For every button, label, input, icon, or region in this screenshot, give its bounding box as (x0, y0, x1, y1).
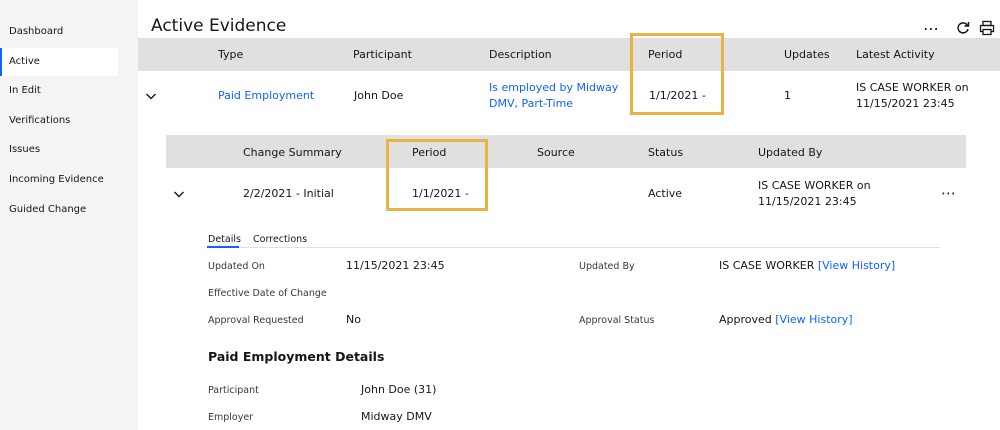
status-cell: Active (648, 187, 683, 200)
view-history-link-approval[interactable]: [View History] (775, 313, 852, 326)
updates-cell: 1 (784, 89, 791, 102)
sidebar-item-verifications[interactable]: Verifications (0, 107, 118, 135)
sidebar-item-guided-change[interactable]: Guided Change (0, 196, 118, 224)
column-header-description[interactable]: Description (489, 48, 552, 61)
active-tab-indicator (207, 246, 239, 248)
sidebar-nav: Dashboard Active In Edit Verifications I… (0, 0, 138, 430)
sidebar-item-incoming-evidence[interactable]: Incoming Evidence (0, 166, 118, 194)
column-header-latest-activity[interactable]: Latest Activity (856, 48, 935, 61)
tabs-divider (207, 247, 940, 248)
approval-status-text: Approved (719, 313, 772, 326)
printer-icon[interactable] (977, 18, 997, 38)
column-header-change-summary[interactable]: Change Summary (243, 146, 342, 159)
participant-cell: John Doe (354, 89, 404, 102)
participant-label: Participant (208, 385, 259, 396)
latest-activity-line2: 11/15/2021 23:45 (856, 97, 955, 110)
updated-by-line1: IS CASE WORKER on (758, 179, 871, 192)
change-period-highlight-box (386, 139, 488, 211)
section-title: Paid Employment Details (208, 349, 385, 364)
tab-details[interactable]: Details (208, 234, 241, 245)
change-summary-cell: 2/2/2021 - Initial (243, 187, 334, 200)
approval-requested-label: Approval Requested (208, 315, 304, 326)
latest-activity-line1: IS CASE WORKER on (856, 81, 969, 94)
column-header-participant[interactable]: Participant (353, 48, 412, 61)
column-header-status[interactable]: Status (648, 146, 683, 159)
view-history-link[interactable]: [View History] (818, 259, 895, 272)
sidebar-item-issues[interactable]: Issues (0, 136, 118, 164)
column-header-source[interactable]: Source (537, 146, 575, 159)
refresh-icon[interactable] (953, 18, 973, 38)
updated-on-value: 11/15/2021 23:45 (346, 259, 445, 272)
participant-value: John Doe (31) (361, 383, 437, 396)
sidebar-item-active[interactable]: Active (0, 48, 118, 76)
tab-corrections[interactable]: Corrections (253, 234, 307, 245)
updated-by-name: IS CASE WORKER (719, 259, 815, 272)
collapse-row-chevron-icon[interactable] (144, 88, 158, 102)
description-link-line1[interactable]: Is employed by Midway (489, 81, 618, 94)
collapse-change-chevron-icon[interactable] (172, 186, 186, 200)
more-options-button[interactable]: ⋯ (921, 18, 941, 38)
employer-value: Midway DMV (361, 410, 432, 423)
effective-date-label: Effective Date of Change (208, 288, 327, 299)
approval-requested-value: No (346, 313, 361, 326)
updated-on-label: Updated On (208, 261, 265, 272)
sidebar-item-dashboard[interactable]: Dashboard (0, 18, 118, 46)
description-link-line2[interactable]: DMV, Part-Time (489, 97, 573, 110)
updated-by-label: Updated By (579, 261, 635, 272)
column-header-type[interactable]: Type (218, 48, 243, 61)
updated-by-line2: 11/15/2021 23:45 (758, 195, 857, 208)
evidence-type-link[interactable]: Paid Employment (218, 89, 314, 102)
period-highlight-box (630, 33, 724, 115)
row-overflow-menu-button[interactable]: ⋯ (941, 184, 956, 202)
column-header-updated-by[interactable]: Updated By (758, 146, 822, 159)
column-header-updates[interactable]: Updates (784, 48, 830, 61)
page-title: Active Evidence (151, 16, 287, 36)
employer-label: Employer (208, 412, 254, 423)
approval-status-value: Approved [View History] (719, 313, 853, 326)
sidebar-item-in-edit[interactable]: In Edit (0, 77, 118, 105)
updated-by-value: IS CASE WORKER [View History] (719, 259, 895, 272)
approval-status-label: Approval Status (579, 315, 655, 326)
